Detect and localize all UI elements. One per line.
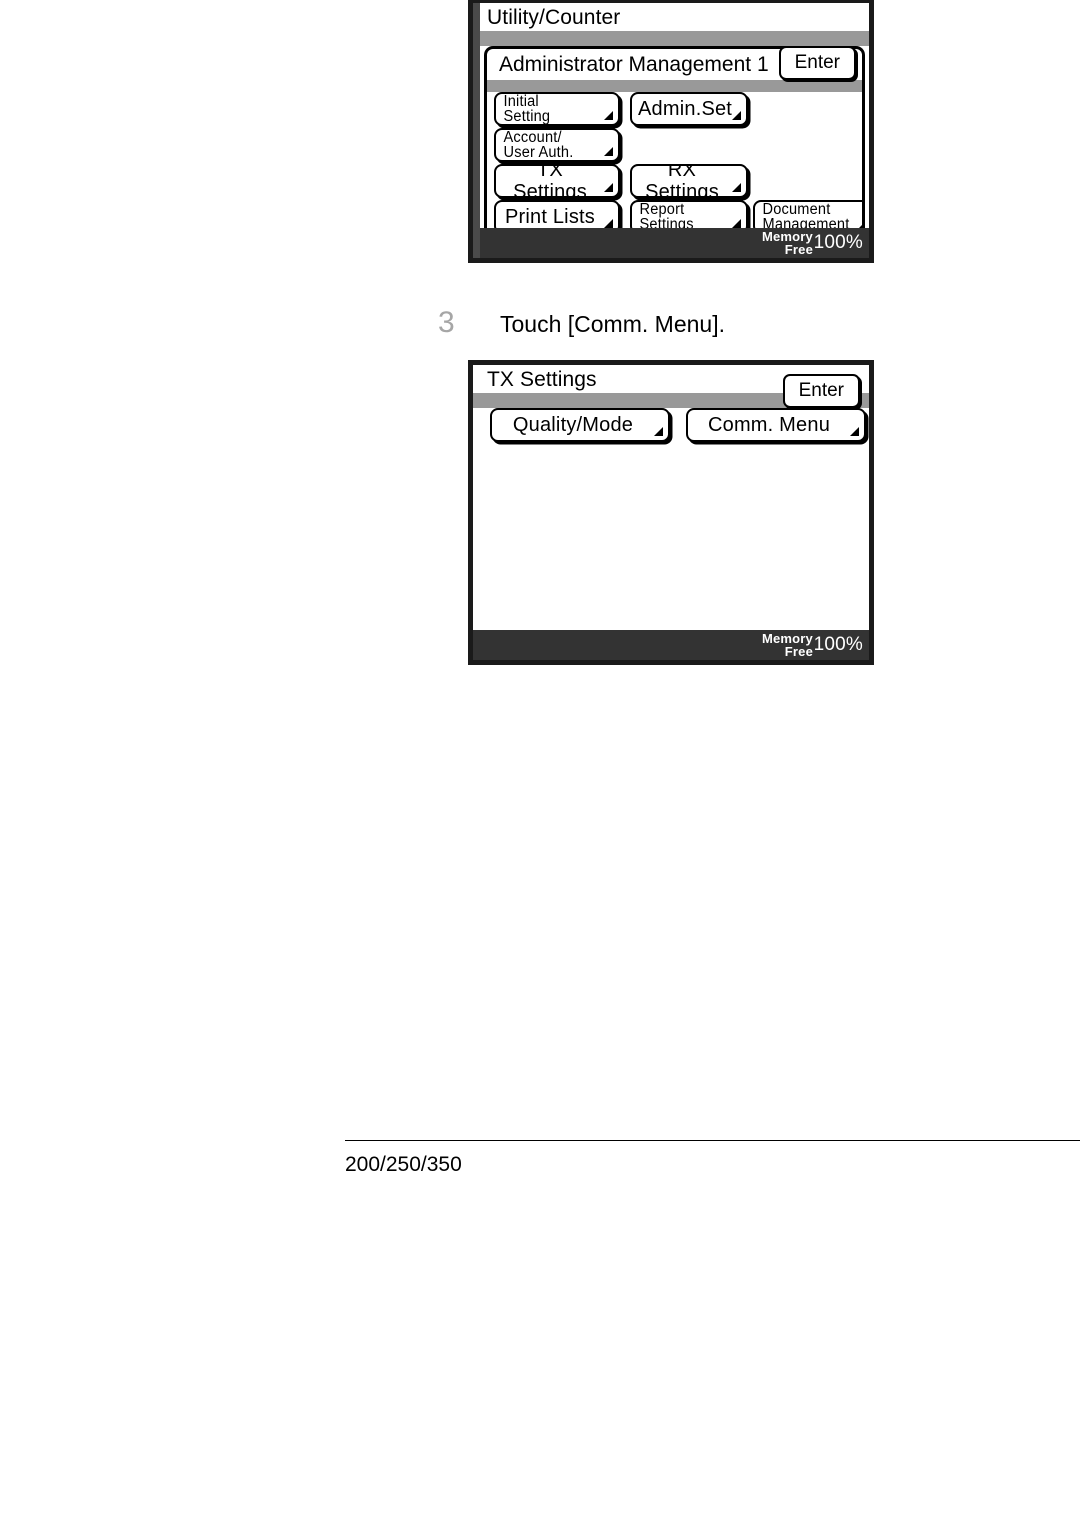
step-instruction: Touch [Comm. Menu]. — [500, 311, 725, 337]
key-corner-marker-icon — [654, 427, 663, 436]
key-document-management[interactable]: Document Management — [753, 200, 862, 228]
administrator-management-keypad: Initial Setting Admin.Set Account/ User … — [487, 92, 862, 228]
memory-status-bar: Memory Free 100% — [473, 630, 869, 660]
inner-title-divider-band — [487, 80, 862, 92]
key-corner-marker-icon — [604, 183, 613, 192]
memory-free-label: Memory Free — [761, 229, 813, 257]
key-corner-marker-icon — [850, 427, 859, 436]
key-corner-marker-icon — [732, 183, 741, 192]
key-corner-marker-icon — [732, 219, 741, 228]
utility-counter-screen: Utility/Counter Administrator Management… — [468, 0, 874, 263]
key-initial-setting[interactable]: Initial Setting — [494, 92, 620, 126]
key-corner-marker-icon — [732, 111, 741, 120]
memory-free-label: Memory Free — [761, 631, 813, 659]
footer-model-text: 200/250/350 — [345, 1153, 462, 1176]
memory-status-bar: Memory Free 100% — [473, 228, 869, 258]
key-print-lists[interactable]: Print Lists — [494, 200, 620, 228]
screen-title: Utility/Counter — [473, 3, 869, 31]
footer-rule — [345, 1140, 1080, 1141]
key-quality-mode[interactable]: Quality/Mode — [490, 408, 670, 442]
key-admin-set[interactable]: Admin.Set — [630, 92, 748, 126]
panel-left-rail — [473, 3, 480, 258]
key-corner-marker-icon — [604, 111, 613, 120]
key-corner-marker-icon — [859, 219, 862, 228]
key-rx-settings[interactable]: RX Settings — [630, 164, 748, 198]
key-corner-marker-icon — [604, 219, 613, 228]
key-account-user-auth[interactable]: Account/ User Auth. — [494, 128, 620, 162]
step-number: 3 — [438, 306, 455, 339]
key-comm-menu[interactable]: Comm. Menu — [686, 408, 866, 442]
key-tx-settings[interactable]: TX Settings — [494, 164, 620, 198]
enter-button[interactable]: Enter — [782, 374, 860, 408]
title-divider-band — [473, 31, 869, 46]
tx-settings-keypad: Quality/Mode Comm. Menu — [473, 408, 869, 630]
enter-button[interactable]: Enter — [778, 46, 856, 80]
key-corner-marker-icon — [604, 147, 613, 156]
memory-free-value: 100% — [813, 634, 863, 655]
memory-free-value: 100% — [813, 232, 863, 253]
tx-settings-screen: TX Settings Quality/Mode Comm. Menu Memo… — [468, 360, 874, 665]
key-report-settings[interactable]: Report Settings — [630, 200, 748, 228]
step-3: 3 Touch [Comm. Menu]. — [438, 308, 725, 339]
